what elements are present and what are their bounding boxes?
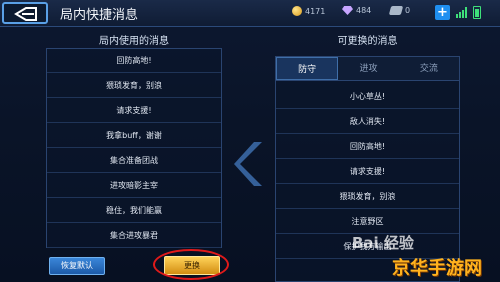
- gold-coin-icon: [292, 6, 302, 16]
- list-item[interactable]: 猥琐发育，别浪: [47, 74, 221, 98]
- list-item[interactable]: 小心草丛!: [276, 85, 459, 109]
- highlight-circle: [153, 249, 229, 280]
- top-bar: 局内快捷消息 4171 484 0 +: [0, 0, 500, 27]
- list-item[interactable]: 请求支援!: [47, 99, 221, 123]
- list-item[interactable]: 敌人消失!: [276, 110, 459, 134]
- list-item[interactable]: 我拿buff，谢谢: [47, 124, 221, 148]
- plus-icon[interactable]: +: [435, 5, 450, 20]
- gem-count: 484: [356, 6, 372, 15]
- tab-defense[interactable]: 防守: [276, 57, 339, 80]
- right-panel-title: 可更换的消息: [337, 36, 398, 47]
- ticket-count: 0: [405, 6, 411, 15]
- back-arrow-icon: [14, 7, 37, 21]
- ticket-icon: [388, 6, 404, 15]
- list-item[interactable]: 集合进攻暴君: [47, 224, 221, 248]
- list-item[interactable]: 注意野区: [276, 210, 459, 234]
- list-item[interactable]: 请求支援!: [276, 160, 459, 184]
- gold-resource: 4171: [292, 6, 325, 16]
- gem-resource: 484: [342, 6, 371, 15]
- baidu-watermark: Bai 经验: [352, 234, 414, 252]
- list-item[interactable]: 集合准备团战: [47, 149, 221, 173]
- list-item[interactable]: 进攻暗影主宰: [47, 174, 221, 198]
- list-item[interactable]: 回防高地!: [47, 49, 221, 73]
- ticket-resource: 0: [388, 6, 411, 15]
- site-watermark: 京华手游网: [392, 258, 482, 279]
- left-panel-title: 局内使用的消息: [99, 36, 169, 47]
- category-tabs: 防守 进攻 交流: [276, 57, 459, 81]
- tab-attack[interactable]: 进攻: [338, 57, 399, 80]
- gold-count: 4171: [305, 6, 326, 16]
- battery-icon: [473, 6, 481, 19]
- swap-arrow-icon: [234, 142, 262, 186]
- tab-communicate[interactable]: 交流: [398, 57, 459, 80]
- list-item[interactable]: 猥琐发育，别浪: [276, 185, 459, 209]
- reset-default-button[interactable]: 恢复默认: [49, 257, 105, 275]
- in-game-messages-list: 回防高地! 猥琐发育，别浪 请求支援! 我拿buff，谢谢 集合准备团战 进攻暗…: [46, 48, 222, 248]
- page-title: 局内快捷消息: [60, 8, 139, 23]
- signal-icon: [456, 7, 468, 18]
- gem-icon: [342, 6, 353, 15]
- back-button[interactable]: [2, 2, 48, 24]
- list-item[interactable]: 稳住，我们能赢: [47, 199, 221, 223]
- list-item[interactable]: 回防高地!: [276, 135, 459, 159]
